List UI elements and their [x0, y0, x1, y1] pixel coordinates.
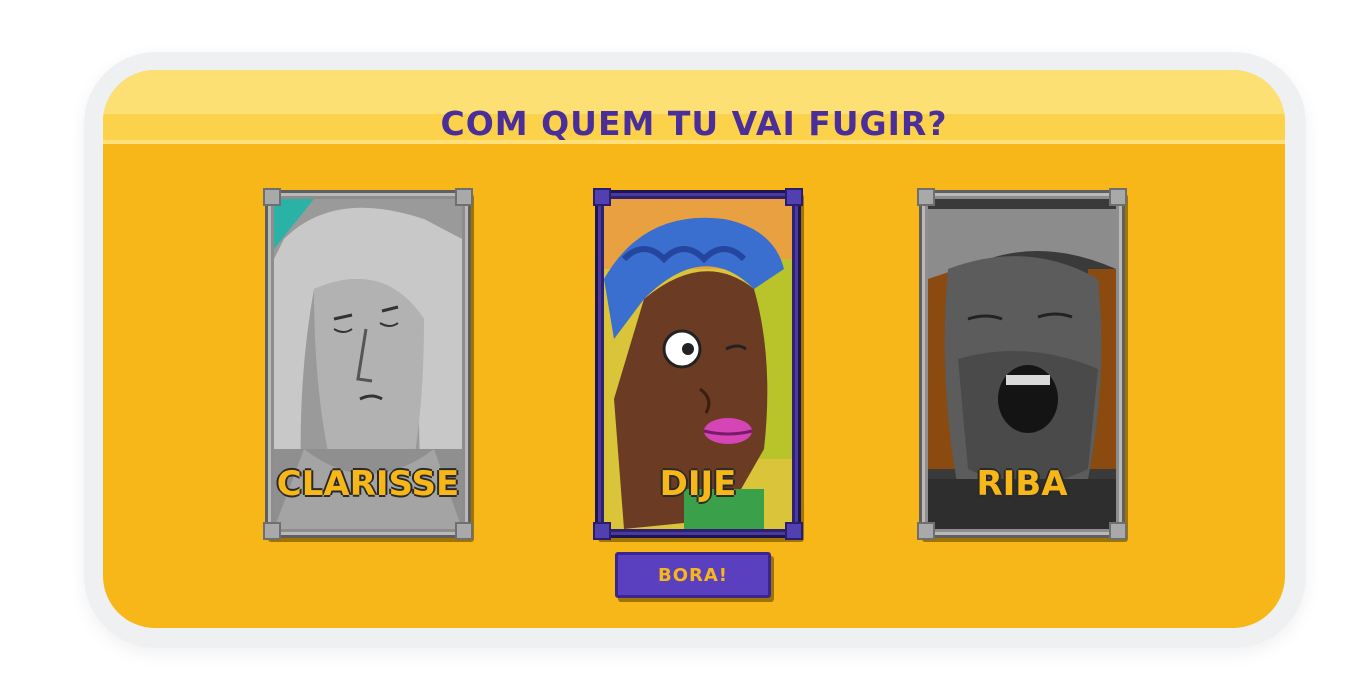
character-name: CLARISSE — [276, 464, 460, 504]
character-card-riba[interactable]: RIBA — [917, 188, 1127, 540]
confirm-button[interactable]: BORA! — [615, 552, 771, 598]
corner-ornament — [1109, 188, 1127, 206]
corner-ornament — [455, 522, 473, 540]
page-title: COM QUEM TU VAI FUGIR? — [440, 104, 948, 143]
corner-ornament — [785, 188, 803, 206]
corner-ornament — [785, 522, 803, 540]
corner-ornament — [917, 188, 935, 206]
character-card-clarisse[interactable]: CLARISSE — [263, 188, 473, 540]
corner-ornament — [593, 188, 611, 206]
corner-ornament — [593, 522, 611, 540]
character-name: RIBA — [976, 464, 1068, 504]
corner-ornament — [455, 188, 473, 206]
game-screen: COM QUEM TU VAI FUGIR? CLARISSE DIJE RIB… — [103, 70, 1285, 628]
corner-ornament — [263, 522, 281, 540]
character-card-dije[interactable]: DIJE — [593, 188, 803, 540]
corner-ornament — [263, 188, 281, 206]
corner-ornament — [1109, 522, 1127, 540]
character-name: DIJE — [659, 464, 737, 504]
corner-ornament — [917, 522, 935, 540]
